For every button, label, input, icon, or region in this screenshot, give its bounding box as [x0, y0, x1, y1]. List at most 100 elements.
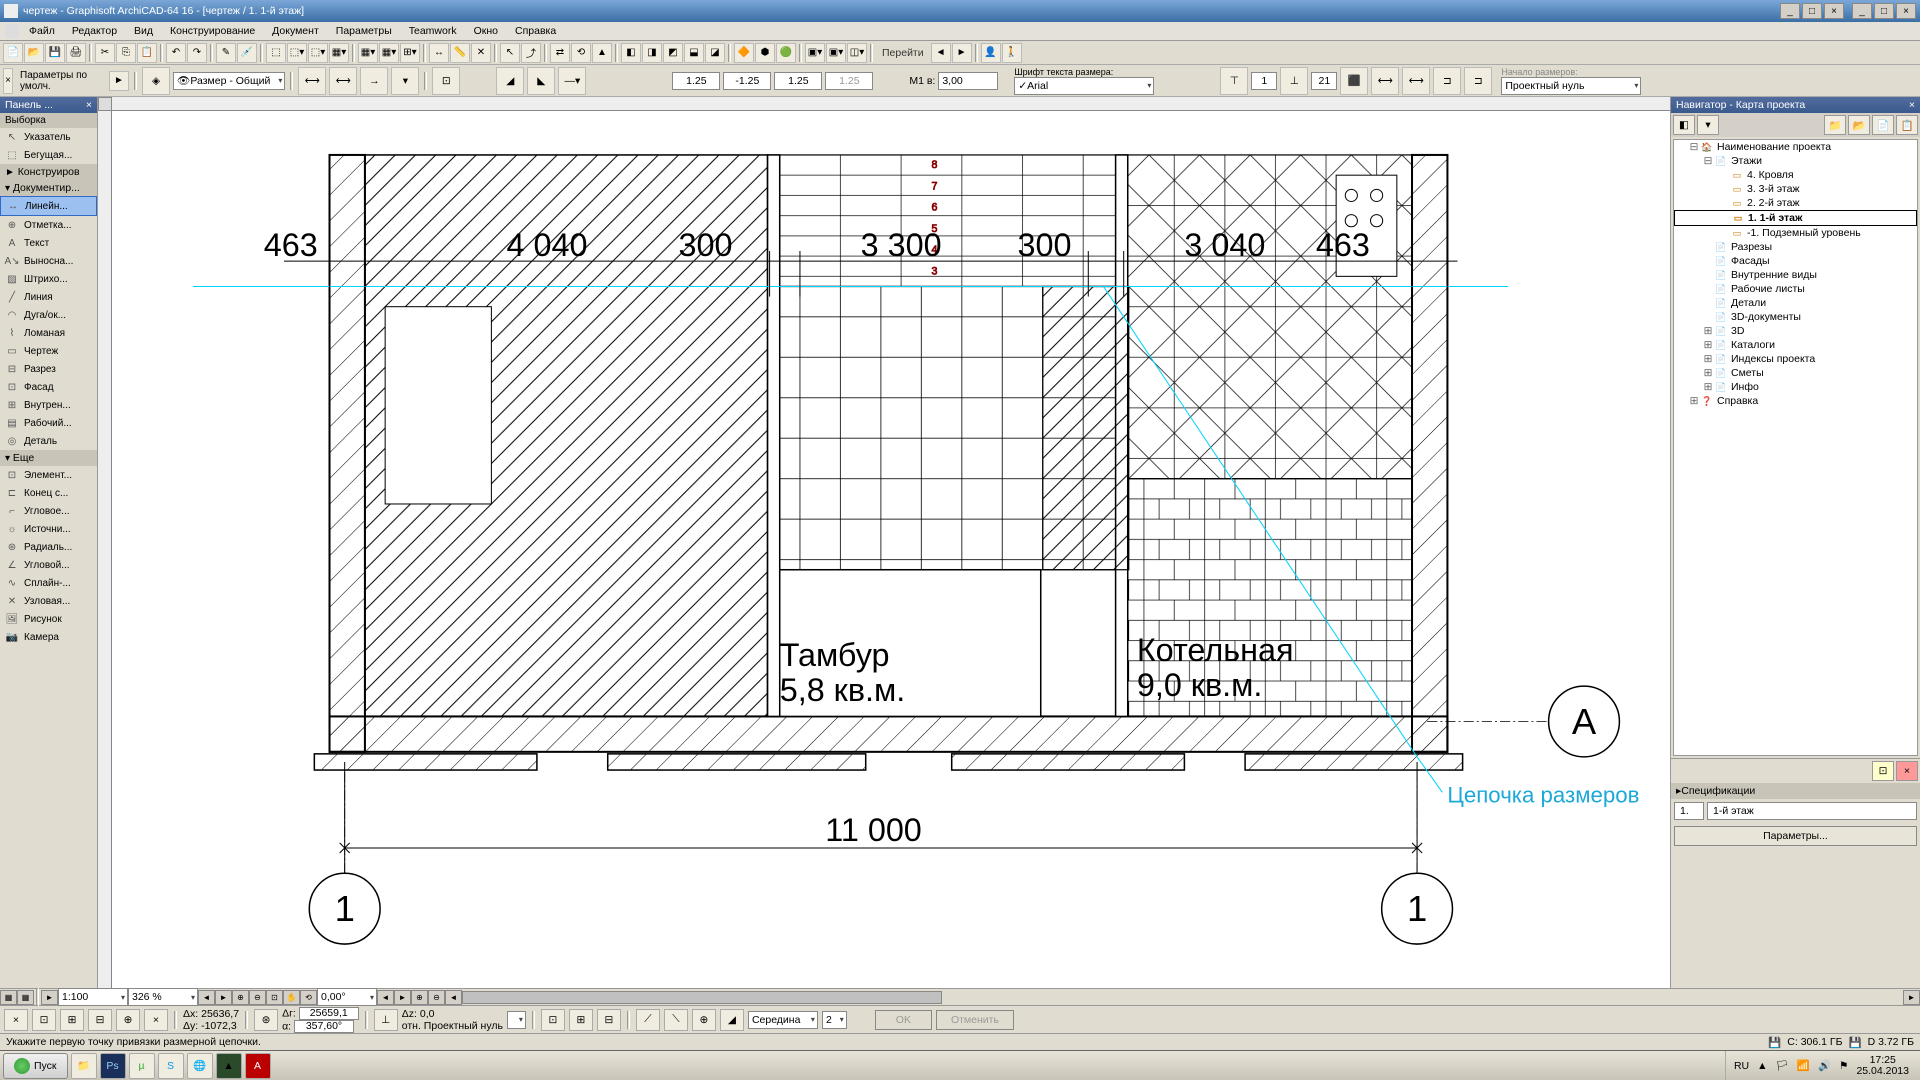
save-btn[interactable]: 💾 — [45, 43, 65, 63]
spec-params-btn[interactable]: Параметры... — [1674, 826, 1917, 846]
tool-level[interactable]: ⊕Отметка... — [0, 216, 97, 234]
zoom-prev[interactable]: ◄ — [198, 990, 215, 1005]
sel2-btn[interactable]: ⬚▾ — [287, 43, 307, 63]
tree-floor-3[interactable]: ▭3. 3-й этаж — [1674, 182, 1917, 196]
layer3-btn[interactable]: 🟢 — [776, 43, 796, 63]
coord-btn3[interactable]: ⊟ — [88, 1009, 112, 1031]
font-dropdown[interactable]: ✓ Arial — [1014, 77, 1154, 95]
edit5-btn[interactable]: ◪ — [705, 43, 725, 63]
tray-vol-icon[interactable]: 🔊 — [1818, 1059, 1831, 1072]
view-del[interactable]: ⊖ — [428, 990, 445, 1005]
zoom-fit[interactable]: ⊡ — [266, 990, 283, 1005]
rotate-btn[interactable]: ⟲ — [571, 43, 591, 63]
view2-btn[interactable]: ▣▾ — [826, 43, 846, 63]
zoom-btn2[interactable]: ⊖ — [249, 990, 266, 1005]
angle-input[interactable]: 0,00° — [317, 988, 377, 1006]
sel1-btn[interactable]: ⬚ — [266, 43, 286, 63]
coord-dr-input[interactable] — [299, 1007, 359, 1020]
dim-marker3[interactable]: —▾ — [558, 67, 586, 95]
viewport[interactable]: 8 7 6 5 4 3 Тамбур 5,8 кв.м. — [112, 111, 1670, 988]
ruler-btn[interactable]: 📏 — [450, 43, 470, 63]
task-utorrent[interactable]: µ — [129, 1053, 155, 1079]
undo-btn[interactable]: ↶ — [166, 43, 186, 63]
coord-btn4[interactable]: ⊕ — [116, 1009, 140, 1031]
snap-num[interactable]: 2 — [822, 1011, 847, 1029]
origin-dropdown[interactable]: Проектный нуль — [1501, 77, 1641, 95]
view-save[interactable]: ⊕ — [411, 990, 428, 1005]
tool-drawing[interactable]: ▭Чертеж — [0, 342, 97, 360]
task-skype[interactable]: S — [158, 1053, 184, 1079]
style-btn2[interactable]: ⟷ — [1371, 67, 1399, 95]
view-next[interactable]: ► — [394, 990, 411, 1005]
tool-radial[interactable]: ⊛Радиаль... — [0, 538, 97, 556]
ok-button[interactable]: OK — [875, 1010, 932, 1030]
tree-floor-2[interactable]: ▭2. 2-й этаж — [1674, 196, 1917, 210]
align-btn[interactable]: ⊞▾ — [400, 43, 420, 63]
tray-flag-icon[interactable]: 🏳 — [1776, 1059, 1789, 1072]
tool-marquee[interactable]: ⬚Бегущая... — [0, 146, 97, 164]
dim-off-input[interactable] — [723, 72, 771, 90]
tool-endwall[interactable]: ⊏Конец с... — [0, 484, 97, 502]
start-button[interactable]: Пуск — [3, 1053, 68, 1079]
coord-z[interactable]: ⊥ — [374, 1009, 398, 1031]
snap-mode[interactable]: Середина — [748, 1011, 818, 1029]
tree-root[interactable]: ⊟🏠Наименование проекта — [1674, 140, 1917, 154]
view1-btn[interactable]: ▣▾ — [805, 43, 825, 63]
coord-rel-drop[interactable] — [507, 1011, 526, 1029]
dim-marker2[interactable]: ◣ — [527, 67, 555, 95]
tray-clock[interactable]: 17:25 25.04.2013 — [1856, 1055, 1909, 1077]
tree-details[interactable]: 📄Детали — [1674, 296, 1917, 310]
navigator-tree[interactable]: ⊟🏠Наименование проекта ⊟📄Этажи ▭4. Кровл… — [1673, 139, 1918, 756]
layer-dropdown[interactable]: 👁 Размер - Общий — [173, 72, 285, 90]
tool-arc[interactable]: ◠Дуга/ок... — [0, 306, 97, 324]
tray-net-icon[interactable]: 📶 — [1797, 1059, 1810, 1072]
num1-input[interactable] — [1251, 72, 1277, 90]
task-archicad[interactable]: ▲ — [216, 1053, 242, 1079]
rotate-btn1[interactable]: ⟲ — [300, 990, 317, 1005]
nav-tab1[interactable]: ◧ — [1673, 115, 1695, 135]
toolbox-sec-select[interactable]: Выборка — [0, 113, 97, 128]
edit4-btn[interactable]: ⬓ — [684, 43, 704, 63]
tray-lang[interactable]: RU — [1734, 1060, 1749, 1072]
layer2-btn[interactable]: ⬢ — [755, 43, 775, 63]
coord-close[interactable]: × — [4, 1009, 28, 1031]
menu-edit[interactable]: Редактор — [65, 24, 124, 38]
text-pos2[interactable]: ⊥ — [1280, 67, 1308, 95]
tool-polyline[interactable]: ⌇Ломаная — [0, 324, 97, 342]
tree-worksheets[interactable]: 📄Рабочие листы — [1674, 282, 1917, 296]
tree-elevations[interactable]: 📄Фасады — [1674, 254, 1917, 268]
menu-design[interactable]: Конструирование — [163, 24, 262, 38]
close-btn[interactable]: × — [1896, 3, 1916, 19]
tool-figure[interactable]: 🖼Рисунок — [0, 610, 97, 628]
dim-mode3[interactable]: → — [360, 67, 388, 95]
scroll-left[interactable]: ◄ — [445, 990, 462, 1005]
tool-angular[interactable]: ∠Угловой... — [0, 556, 97, 574]
zoom-scale-btn[interactable]: ► — [41, 990, 58, 1005]
ruler-horizontal[interactable] — [112, 97, 1670, 111]
h-scrollbar-thumb[interactable] — [462, 991, 942, 1004]
menu-teamwork[interactable]: Teamwork — [402, 24, 464, 38]
nav-tab2[interactable]: ▾ — [1697, 115, 1719, 135]
toolbox-sec-more[interactable]: ▾ Еще — [0, 450, 97, 466]
task-explorer[interactable]: 📁 — [71, 1053, 97, 1079]
goto-next-btn[interactable]: ► — [952, 43, 972, 63]
style-btn4[interactable]: ⊐ — [1433, 67, 1461, 95]
tool-camera[interactable]: 📷Камера — [0, 628, 97, 646]
zoom-dropdown[interactable]: 326 % — [128, 988, 198, 1006]
style-btn5[interactable]: ⊐ — [1464, 67, 1492, 95]
user-btn[interactable]: 👤 — [981, 43, 1001, 63]
tool-spline[interactable]: ∿Сплайн-... — [0, 574, 97, 592]
edit1-btn[interactable]: ◧ — [621, 43, 641, 63]
tool-corner[interactable]: ⌐Угловое... — [0, 502, 97, 520]
mirror-btn[interactable]: ▲ — [592, 43, 612, 63]
nav-map-btn[interactable]: 📁 — [1824, 115, 1846, 135]
coord-btn2[interactable]: ⊞ — [60, 1009, 84, 1031]
layer1-btn[interactable]: 🔶 — [734, 43, 754, 63]
tool-element[interactable]: ⊡Элемент... — [0, 466, 97, 484]
tab-btn1[interactable]: ▦ — [0, 990, 17, 1005]
tool-lamp[interactable]: ☼Источни... — [0, 520, 97, 538]
tree-sections[interactable]: 📄Разрезы — [1674, 240, 1917, 254]
tree-floor-1-active[interactable]: ▭1. 1-й этаж — [1674, 210, 1917, 226]
scroll-right[interactable]: ► — [1903, 990, 1920, 1005]
inject-btn[interactable]: 💉 — [237, 43, 257, 63]
